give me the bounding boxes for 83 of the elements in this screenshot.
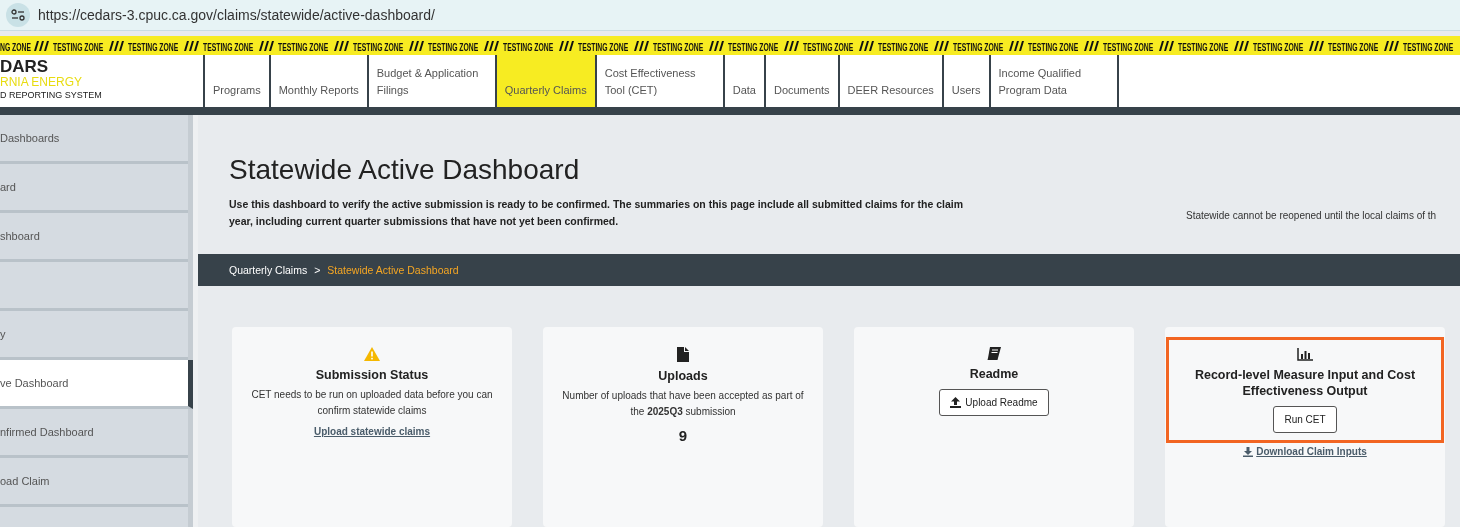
sidebar-item[interactable]: ard: [0, 164, 188, 213]
banner-text: TESTING ZONE: [1178, 41, 1229, 53]
book-icon: [987, 347, 1001, 360]
nav-tab[interactable]: Quarterly Claims: [494, 55, 595, 107]
banner-text: TESTING ZONE: [428, 41, 479, 53]
stripes-icon: [257, 40, 274, 51]
page-description: Use this dashboard to verify the active submission is ready to be confirmed. The summaries on this page include all submitted claims for the claim year, including current quarter submissions that have not yet been confirmed.: [229, 197, 965, 229]
stripes-icon: [857, 40, 874, 51]
logo[interactable]: DARS RNIA ENERGY D REPORTING SYSTEM: [0, 55, 203, 107]
download-link[interactable]: Download Claim Inputs: [1243, 446, 1367, 457]
stripes-icon: [182, 40, 199, 51]
nav-tab[interactable]: DEER Resources: [837, 55, 942, 107]
upload-icon: [950, 397, 962, 408]
banner-text: TESTING ZONE: [953, 41, 1004, 53]
banner-text: TESTING ZONE: [728, 41, 779, 53]
nav-tab[interactable]: Monthly Reports: [268, 55, 367, 107]
card-title: Readme: [969, 366, 1019, 382]
banner-text: TESTING ZONE: [53, 41, 104, 53]
card-title: Record-level Measure Input and Cost Effectiveness Output: [1193, 367, 1417, 399]
banner-text: TESTING ZONE: [1103, 41, 1154, 53]
nav-tab[interactable]: Data: [722, 55, 764, 107]
stripes-icon: [107, 40, 124, 51]
nav-tab[interactable]: Cost Effectiveness Tool (CET): [594, 55, 723, 107]
stripes-icon: [632, 40, 649, 51]
download-icon: [1243, 446, 1254, 457]
logo-subtitle: D REPORTING SYSTEM: [0, 89, 103, 102]
stripes-icon: [782, 40, 799, 51]
breadcrumb-separator: >: [314, 264, 321, 276]
banner-text: TESTING ZONE: [503, 41, 554, 53]
sidebar-item[interactable]: Dashboards: [0, 115, 188, 164]
card-button[interactable]: Upload Readme: [939, 389, 1049, 416]
banner-text: TESTING ZONE: [278, 41, 329, 53]
sidebar-item[interactable]: oad Claim: [0, 458, 188, 507]
site-settings-icon[interactable]: [6, 3, 30, 27]
bar-chart-icon: [1297, 348, 1313, 361]
breadcrumb-link[interactable]: Statewide Active Dashboard: [327, 264, 459, 276]
breadcrumb-link[interactable]: Quarterly Claims: [229, 264, 308, 276]
sidebar-item[interactable]: ve Dashboard: [0, 360, 193, 409]
stripes-icon: [332, 40, 349, 51]
file-icon: [677, 347, 689, 362]
card-button[interactable]: Run CET: [1273, 406, 1337, 433]
stripes-icon: [407, 40, 424, 51]
banner-text: TESTING ZONE: [128, 41, 179, 53]
stripes-icon: [1382, 40, 1399, 51]
warning-icon: [364, 347, 380, 361]
logo-text: DARS: [0, 59, 50, 75]
card-title: Submission Status: [315, 367, 429, 383]
nav-tab[interactable]: Users: [941, 55, 989, 107]
stripes-icon: [1307, 40, 1324, 51]
card-text: CET needs to be run on uploaded data before you can confirm statewide claims: [250, 388, 494, 418]
stripes-icon: [707, 40, 724, 51]
sidebar-item[interactable]: shboard: [0, 213, 188, 262]
stripes-icon: [1157, 40, 1174, 51]
banner-text: TESTING ZONE: [878, 41, 929, 53]
banner-text: TESTING ZONE: [1403, 41, 1454, 53]
stripes-icon: [1232, 40, 1249, 51]
banner-text: TESTING ZONE: [1253, 41, 1304, 53]
stripes-icon: [1082, 40, 1099, 51]
banner-text: TESTING ZONE: [203, 41, 254, 53]
notice-text: Statewide cannot be reopened until the local claims of th: [1186, 210, 1437, 223]
sidebar-item[interactable]: nfirmed Dashboard: [0, 409, 188, 458]
stripes-icon: [32, 40, 49, 51]
banner-text: NG ZONE: [0, 41, 31, 53]
nav-tab[interactable]: Income Qualified Program Data: [988, 55, 1117, 107]
banner-text: TESTING ZONE: [353, 41, 404, 53]
upload-count: 9: [678, 427, 688, 444]
nav-tab[interactable]: Programs: [203, 55, 269, 107]
banner-text: TESTING ZONE: [1328, 41, 1379, 53]
banner-text: TESTING ZONE: [1028, 41, 1079, 53]
url-text[interactable]: https://cedars-3.cpuc.ca.gov/claims/statewide/active-dashboard/: [38, 7, 435, 23]
logo-subtitle: RNIA ENERGY: [0, 75, 84, 89]
stripes-icon: [932, 40, 949, 51]
stripes-icon: [1007, 40, 1024, 51]
banner-text: TESTING ZONE: [653, 41, 704, 53]
stripes-icon: [482, 40, 499, 51]
card-link[interactable]: Upload statewide claims: [313, 426, 431, 437]
nav-tab[interactable]: Documents: [763, 55, 838, 107]
banner-text: TESTING ZONE: [803, 41, 854, 53]
card-title: Uploads: [658, 368, 708, 384]
card-text: Number of uploads that have been accepted as part of the 2025Q3 submission: [561, 389, 805, 419]
page-title: Statewide Active Dashboard: [229, 153, 581, 187]
stripes-icon: [557, 40, 574, 51]
banner-text: TESTING ZONE: [578, 41, 629, 53]
